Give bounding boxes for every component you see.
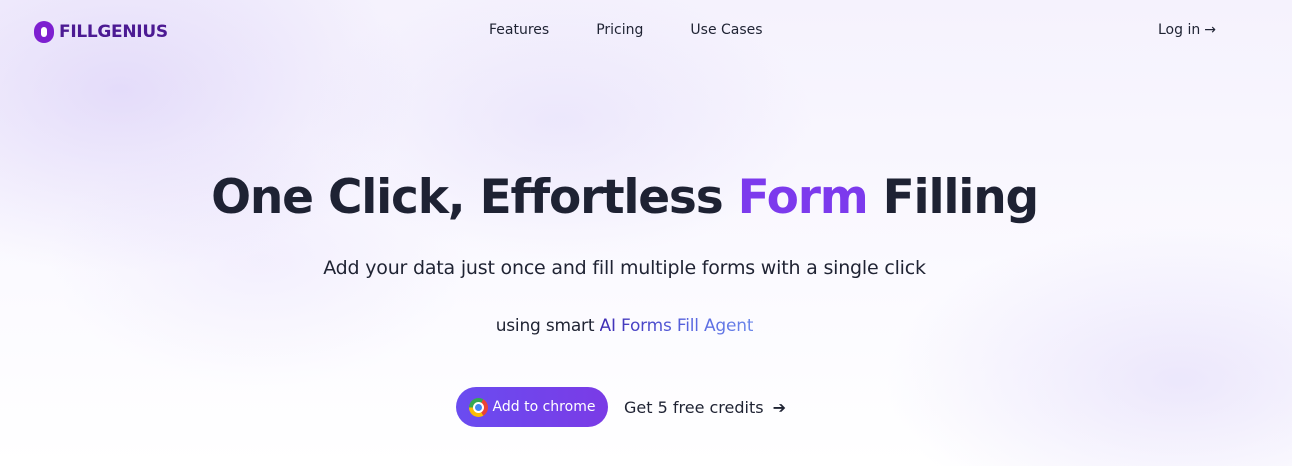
- nav-item-use-cases[interactable]: Use Cases: [690, 22, 762, 38]
- hero-subtitle-secondary: using smart AI Forms Fill Agent: [0, 316, 1249, 336]
- hero-title-accent: Form: [737, 170, 869, 225]
- hero-title-part1: One Click, Effortless: [211, 170, 738, 225]
- add-to-chrome-label: Add to chrome: [492, 399, 596, 415]
- arrow-right-icon: ➔: [772, 397, 786, 417]
- nav-item-features[interactable]: Features: [489, 22, 549, 38]
- login-label: Log in: [1158, 22, 1201, 38]
- site-header: FILLGENIUS Features Pricing Use Cases Lo…: [0, 0, 1292, 64]
- hero-title-part2: Filling: [867, 170, 1039, 225]
- hero-subtitle-highlight: AI Forms Fill Agent: [599, 316, 754, 336]
- landing-page: FILLGENIUS Features Pricing Use Cases Lo…: [0, 0, 1292, 466]
- chrome-icon: [468, 397, 488, 417]
- hero-title: One Click, Effortless Form Filling: [0, 170, 1249, 225]
- lightbulb-logo-icon: [34, 21, 54, 43]
- hero-subtitle: Add your data just once and fill multipl…: [323, 257, 926, 279]
- login-link[interactable]: Log in →: [1158, 22, 1216, 38]
- free-credits-link[interactable]: Get 5 free credits ➔: [624, 398, 786, 417]
- nav-item-pricing[interactable]: Pricing: [596, 22, 643, 38]
- cta-row: Add to chrome Get 5 free credits ➔: [456, 387, 786, 427]
- brand-name: FILLGENIUS: [59, 22, 168, 42]
- main-nav: Features Pricing Use Cases: [489, 22, 763, 38]
- hero-subtitle-prefix: using smart: [495, 316, 600, 336]
- add-to-chrome-button[interactable]: Add to chrome: [456, 387, 608, 427]
- free-credits-label: Get 5 free credits: [624, 397, 764, 417]
- brand-logo[interactable]: FILLGENIUS: [34, 20, 168, 44]
- arrow-right-icon: →: [1204, 22, 1216, 38]
